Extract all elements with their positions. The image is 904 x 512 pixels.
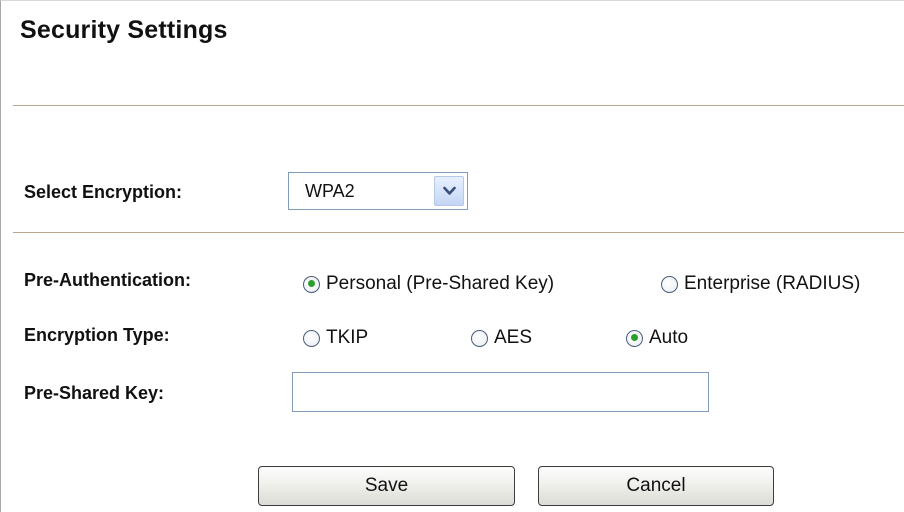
pre-shared-key-label: Pre-Shared Key: xyxy=(24,383,165,403)
radio-option-personal[interactable]: Personal (Pre-Shared Key) xyxy=(303,273,554,295)
chevron-down-icon[interactable] xyxy=(434,176,464,206)
radio-option-aes[interactable]: AES xyxy=(471,327,532,349)
radio-enterprise-label: Enterprise (RADIUS) xyxy=(684,273,861,294)
radio-tkip-label: TKIP xyxy=(326,327,369,348)
radio-option-auto[interactable]: Auto xyxy=(626,327,688,349)
pre-shared-key-input[interactable] xyxy=(292,372,709,412)
radio-auto[interactable] xyxy=(626,329,643,347)
radio-auto-label: Auto xyxy=(649,327,689,348)
pre-authentication-label: Pre-Authentication: xyxy=(24,270,192,290)
radio-aes[interactable] xyxy=(471,329,488,347)
radio-personal-label: Personal (Pre-Shared Key) xyxy=(326,273,555,294)
page-title: Security Settings xyxy=(20,16,228,44)
encryption-type-label: Encryption Type: xyxy=(24,325,170,345)
radio-enterprise[interactable] xyxy=(661,275,678,293)
radio-tkip[interactable] xyxy=(303,329,320,347)
encryption-select[interactable]: WPA2 xyxy=(288,172,468,210)
divider-middle xyxy=(13,232,904,233)
radio-aes-label: AES xyxy=(494,327,533,348)
radio-option-tkip[interactable]: TKIP xyxy=(303,327,368,349)
cancel-button[interactable]: Cancel xyxy=(538,466,774,506)
security-settings-page: Security Settings Select Encryption: WPA… xyxy=(0,0,904,512)
radio-option-enterprise[interactable]: Enterprise (RADIUS) xyxy=(661,273,860,295)
radio-personal[interactable] xyxy=(303,275,320,293)
save-button[interactable]: Save xyxy=(258,466,515,506)
divider-top xyxy=(13,105,904,106)
encryption-select-value: WPA2 xyxy=(305,181,355,201)
select-encryption-label: Select Encryption: xyxy=(24,182,183,202)
